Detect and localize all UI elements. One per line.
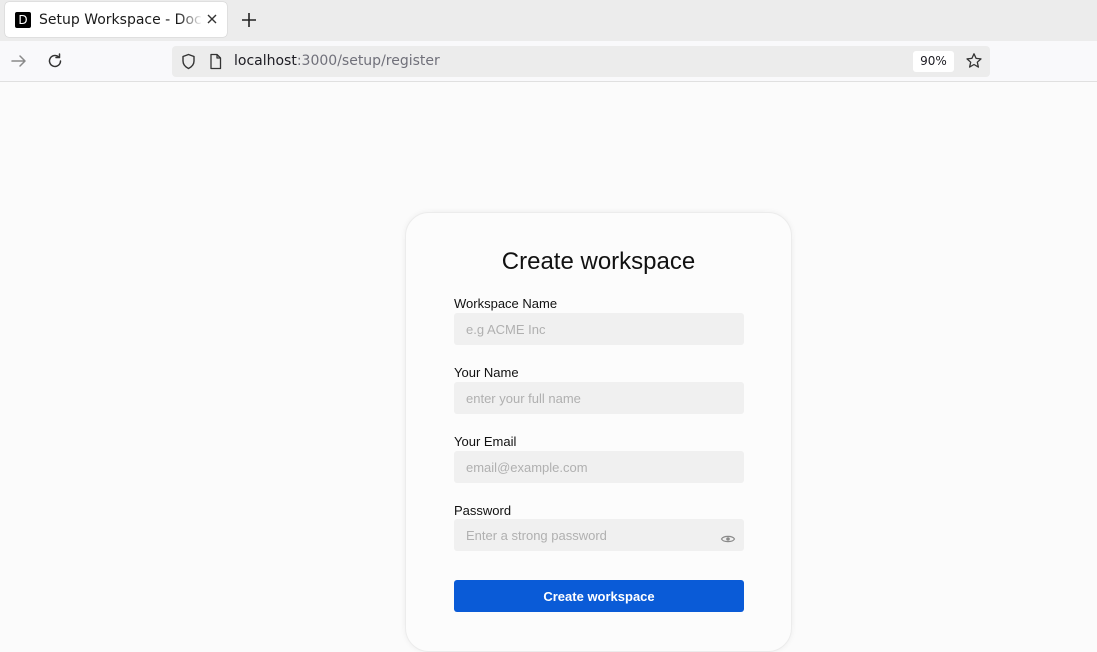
url-path: :3000/setup/register — [296, 53, 440, 69]
arrow-right-icon[interactable] — [10, 52, 28, 70]
password-label: Password — [454, 503, 512, 518]
page-title: Create workspace — [501, 248, 696, 275]
zoom-level-badge[interactable]: 90% — [913, 51, 954, 72]
close-icon[interactable] — [205, 12, 219, 26]
url-text[interactable]: localhost:3000/setup/register — [234, 53, 440, 69]
tab-title: Setup Workspace - Documenso — [39, 11, 203, 28]
page-icon[interactable] — [207, 53, 224, 70]
eye-icon[interactable] — [720, 531, 736, 547]
shield-icon[interactable] — [180, 53, 197, 70]
your-name-input[interactable] — [454, 382, 744, 414]
email-field[interactable] — [454, 451, 744, 483]
password-field[interactable] — [454, 519, 744, 551]
your-email-label: Your Email — [454, 434, 517, 449]
browser-tab[interactable]: D Setup Workspace - Documenso — [5, 2, 227, 37]
your-name-label: Your Name — [454, 365, 519, 380]
workspace-name-input[interactable] — [454, 313, 744, 345]
reload-icon[interactable] — [46, 52, 64, 70]
address-bar[interactable]: localhost:3000/setup/register 90% — [172, 46, 990, 77]
tab-strip: D Setup Workspace - Documenso — [0, 0, 1097, 41]
url-host: localhost — [234, 53, 297, 69]
workspace-name-label: Workspace Name — [454, 296, 558, 311]
setup-card: Create workspace Workspace Name Your Nam… — [405, 212, 792, 652]
tab-favicon: D — [15, 11, 31, 28]
create-workspace-button[interactable]: Create workspace — [454, 580, 744, 612]
plus-icon[interactable] — [240, 11, 258, 29]
star-icon[interactable] — [965, 52, 983, 70]
